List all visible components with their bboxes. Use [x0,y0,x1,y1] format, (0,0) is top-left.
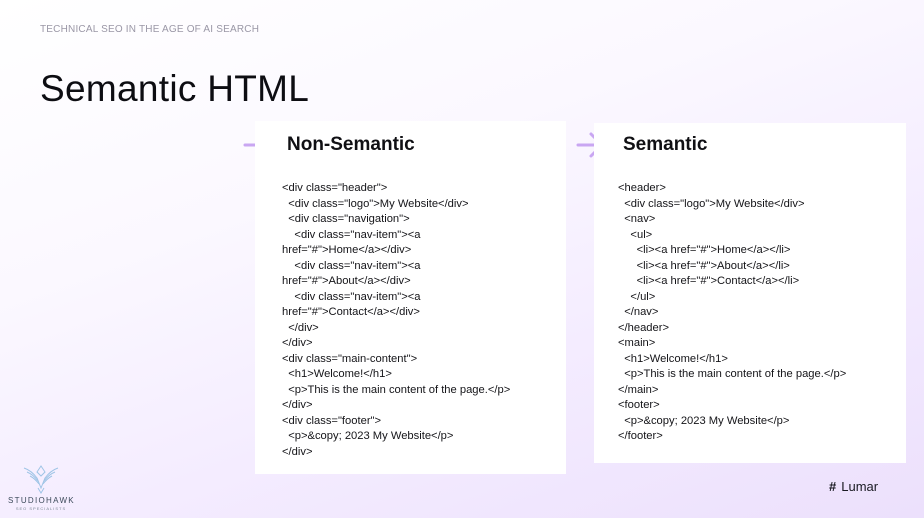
slide-title: Semantic HTML [40,68,310,109]
non-semantic-code: <div class="header"> <div class="logo">M… [282,182,511,458]
studiohawk-logo: STUDIOHAWK SEO SPECIALISTS [8,462,74,512]
panel-title-non-semantic: Non-Semantic [287,134,415,155]
hash-icon: # [829,479,837,494]
lumar-logo: # Lumar [829,479,878,494]
semantic-panel: Semantic <header> <div class="logo">My W… [594,123,906,463]
panel-title-semantic: Semantic [623,134,708,155]
hawk-icon [23,465,59,494]
semantic-code: <header> <div class="logo">My Website</d… [618,182,847,442]
lumar-wordmark: Lumar [841,479,879,494]
eyebrow-text: TECHNICAL SEO IN THE AGE OF AI SEARCH [40,24,260,35]
non-semantic-panel: Non-Semantic <div class="header"> <div c… [255,121,566,474]
studiohawk-tagline: SEO SPECIALISTS [15,506,67,511]
studiohawk-wordmark: STUDIOHAWK [8,496,75,505]
